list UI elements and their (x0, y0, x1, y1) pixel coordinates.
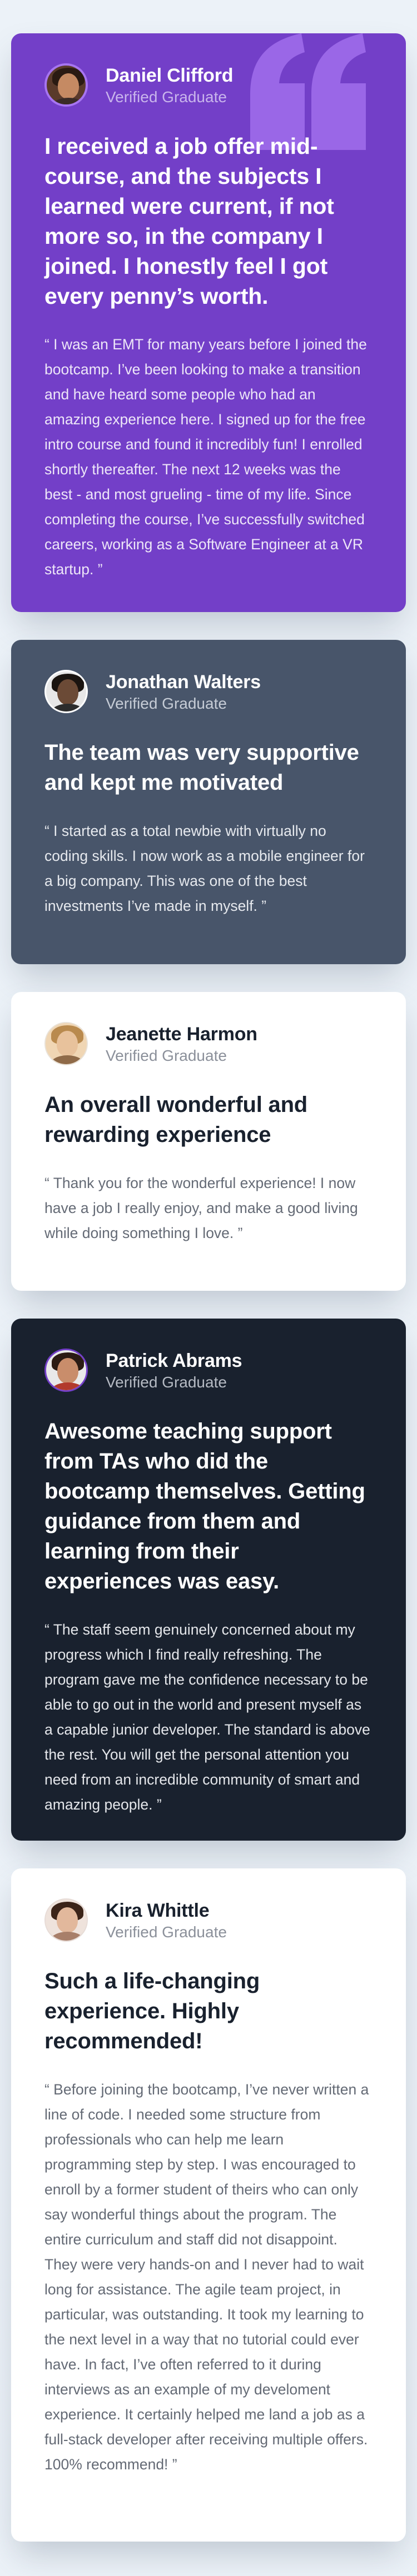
author-name: Patrick Abrams (106, 1350, 242, 1371)
testimonials-grid: Daniel Clifford Verified Graduate I rece… (0, 0, 417, 2576)
testimonial-card-kira: Kira Whittle Verified Graduate Such a li… (11, 1868, 406, 2542)
author-role: Verified Graduate (106, 1373, 227, 1391)
testimonial-quote: “ I started as a total newbie with virtu… (44, 823, 365, 914)
testimonial-quote: “ The staff seem genuinely concerned abo… (44, 1621, 370, 1813)
testimonial-card-daniel: Daniel Clifford Verified Graduate I rece… (11, 33, 406, 612)
author-name: Daniel Clifford (106, 64, 234, 86)
testimonial-headline: Awesome teaching support from TAs who di… (44, 1419, 365, 1593)
avatar (44, 1898, 88, 1942)
testimonial-card-patrick: Patrick Abrams Verified Graduate Awesome… (11, 1319, 406, 1841)
testimonial-headline: The team was very supportive and kept me… (44, 740, 359, 795)
author-name: Jeanette Harmon (106, 1023, 257, 1045)
avatar (44, 63, 88, 107)
avatar (44, 1349, 88, 1392)
avatar (44, 1022, 88, 1065)
author-role: Verified Graduate (106, 1923, 227, 1941)
author-role: Verified Graduate (106, 1046, 227, 1064)
testimonial-quote: “ I was an EMT for many years before I j… (44, 336, 367, 578)
testimonial-headline: An overall wonderful and rewarding exper… (44, 1092, 308, 1147)
author-name: Jonathan Walters (106, 671, 261, 693)
testimonial-quote: “ Before joining the bootcamp, I’ve neve… (44, 2081, 369, 2473)
testimonial-card-jeanette: Jeanette Harmon Verified Graduate An ove… (11, 992, 406, 1291)
testimonial-headline: I received a job offer mid-course, and t… (44, 133, 334, 309)
author-name: Kira Whittle (106, 1900, 210, 1921)
author-role: Verified Graduate (106, 88, 227, 106)
testimonial-quote: “ Thank you for the wonderful experience… (44, 1175, 358, 1241)
avatar (44, 670, 88, 713)
testimonial-headline: Such a life-changing experience. Highly … (44, 1969, 260, 2053)
author-role: Verified Graduate (106, 694, 227, 712)
testimonial-card-jonathan: Jonathan Walters Verified Graduate The t… (11, 640, 406, 964)
